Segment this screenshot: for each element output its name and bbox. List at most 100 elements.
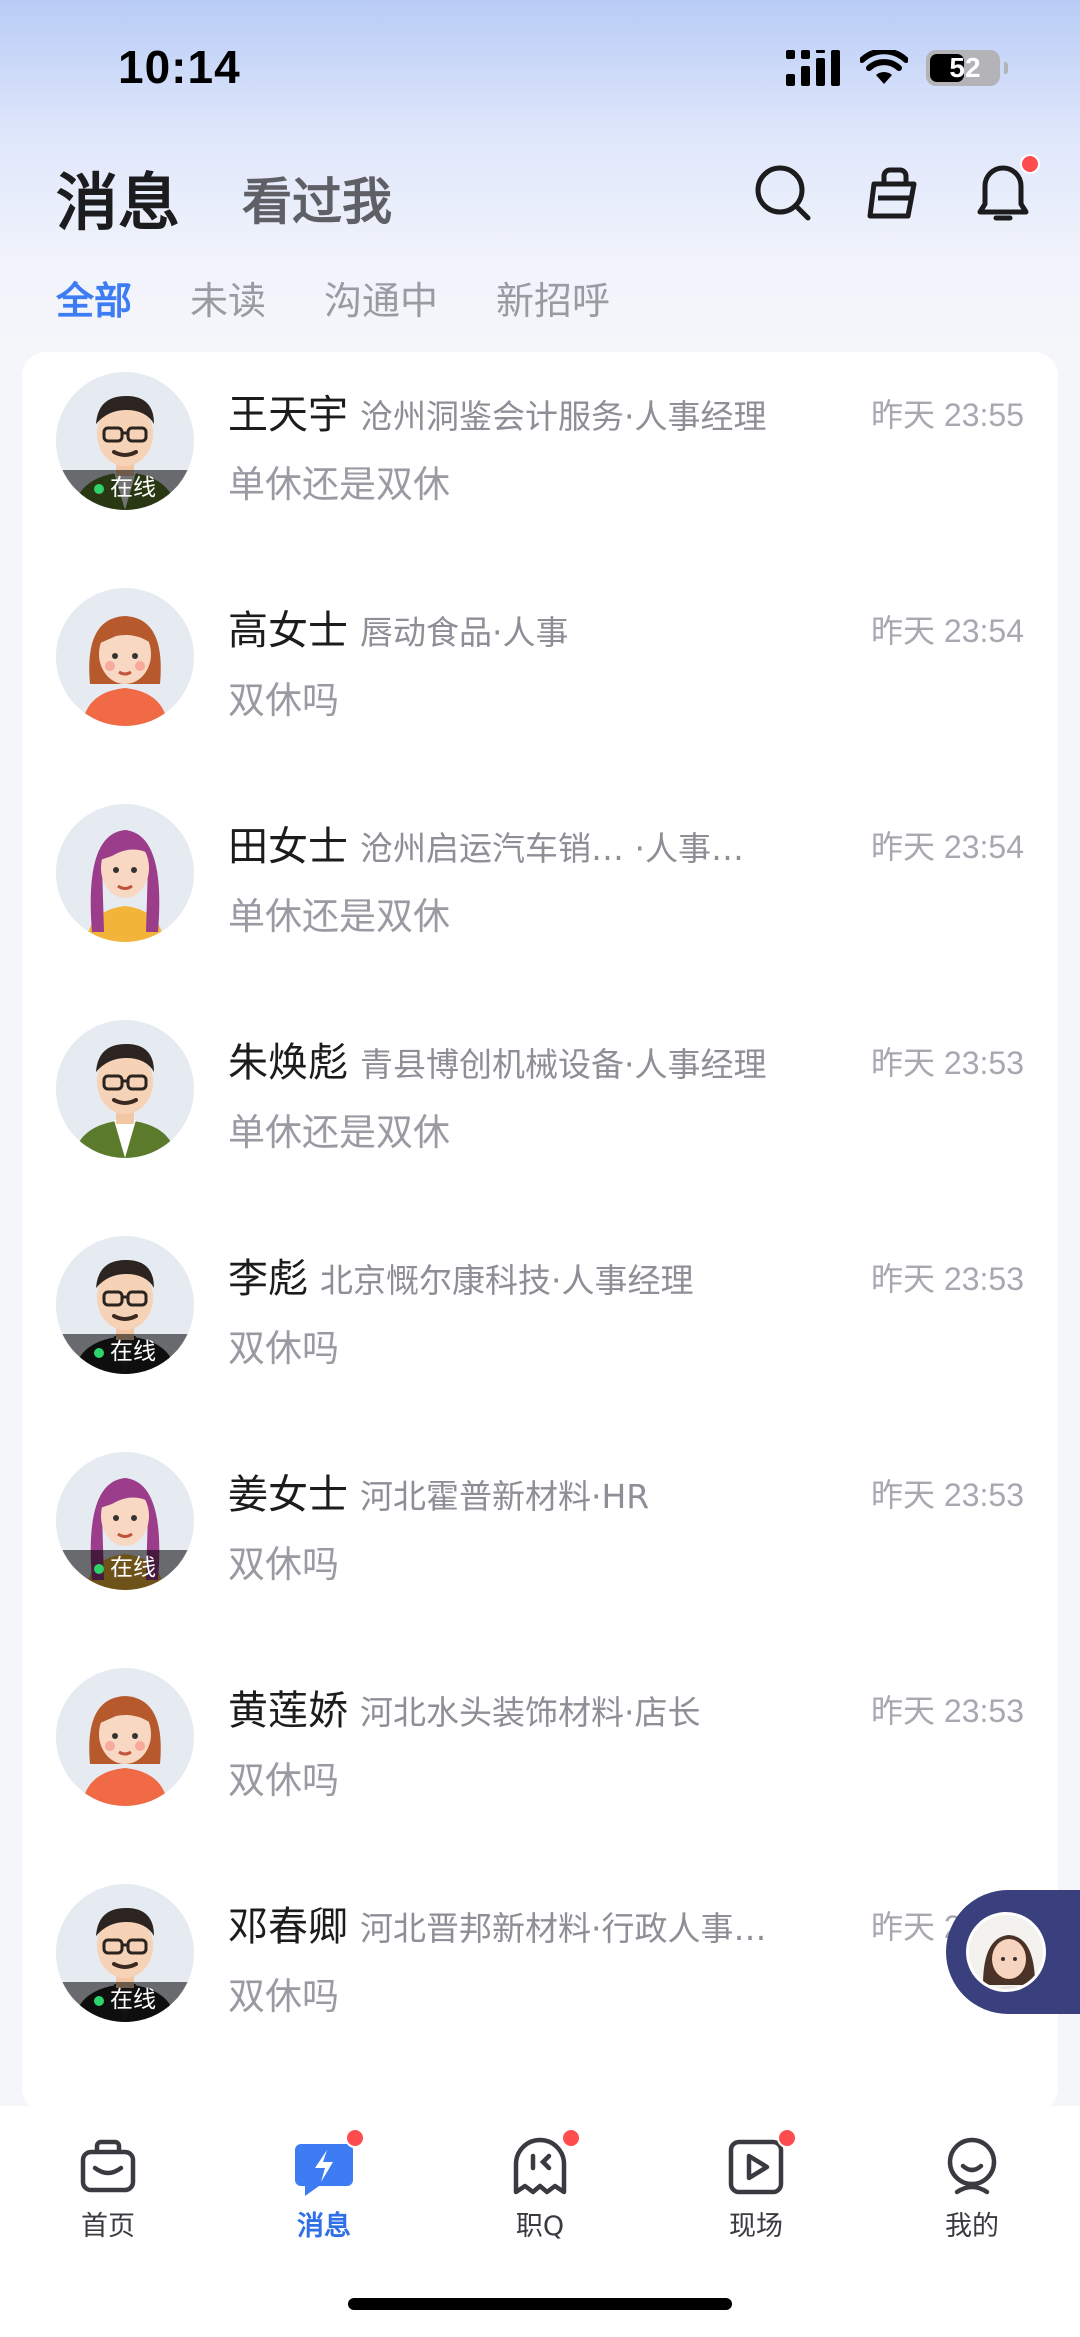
message-clock: 23:54 [935, 829, 1024, 865]
floating-assistant-button[interactable] [946, 1890, 1080, 2014]
message-time: 昨天 23:53 [871, 1254, 1024, 1300]
message-time: 昨天 23:55 [871, 390, 1024, 436]
contact-name: 姜女士 [228, 1472, 348, 1518]
message-time: 昨天 23:54 [871, 822, 1024, 868]
message-day: 昨天 [871, 1908, 936, 1946]
conversation-row[interactable]: 在线 李彪 北京慨尔康科技·人事经理 昨天 23:53 双休吗 [22, 1216, 1058, 1432]
battery-indicator: 52 [926, 50, 1000, 86]
message-time: 昨天 23:53 [871, 1470, 1024, 1516]
online-dot-icon [94, 1995, 104, 2006]
company-title: 唇动食品·人事 [360, 613, 569, 652]
conversation-row[interactable]: 在线 王天宇 沧州洞鉴会计服务·人事经理 昨天 23:55 单休还是双休 [22, 352, 1058, 568]
contact-name: 邓春卿 [228, 1904, 348, 1950]
online-label: 在线 [110, 1339, 156, 1365]
message-time: 昨天 23:54 [871, 606, 1024, 652]
signal-icon [786, 50, 840, 86]
message-clock: 23:53 [935, 1477, 1024, 1513]
contact-name: 王天宇 [228, 392, 348, 438]
messages-badge [345, 2128, 365, 2148]
last-message: 双休吗 [228, 1327, 339, 1370]
message-clock: 23:53 [935, 1045, 1024, 1081]
home-indicator [348, 2298, 732, 2310]
message-day: 昨天 [871, 1044, 936, 1082]
message-time: 昨天 23:53 [871, 1686, 1024, 1732]
avatar[interactable] [56, 1020, 194, 1158]
messages-bolt-icon [289, 2128, 365, 2202]
filter-tab-new-greeting[interactable]: 新招呼 [496, 270, 610, 325]
online-dot-icon [94, 483, 104, 494]
tab-messages[interactable]: 消息 [264, 2128, 384, 2243]
zhiq-badge [561, 2128, 581, 2148]
company-title: 河北水头装饰材料·店长 [360, 1693, 701, 1732]
online-label: 在线 [110, 475, 156, 501]
company-title: 河北晋邦新材料·行政人事… [360, 1909, 767, 1948]
filter-tab-communicating[interactable]: 沟通中 [324, 270, 438, 325]
online-dot-icon [94, 1347, 104, 1358]
live-badge [777, 2128, 797, 2148]
status-icons: 52 [786, 50, 1008, 86]
last-message: 双休吗 [228, 1759, 339, 1802]
bell-icon[interactable] [968, 154, 1040, 228]
zhiq-ghost-icon [505, 2128, 581, 2202]
conversation-row[interactable]: 在线邓春卿河北晋邦新材料·行政人事…昨天 23:53双休吗 [22, 1864, 1058, 2080]
conversation-row[interactable]: 田女士 沧州启运汽车销… ·人事… 昨天 23:54 单休还是双休 [22, 784, 1058, 1000]
message-day: 昨天 [871, 1692, 936, 1730]
tab-messages-title[interactable]: 消息 [56, 152, 180, 242]
company-title: 沧州洞鉴会计服务·人事经理 [360, 397, 767, 436]
tab-viewed-me[interactable]: 看过我 [242, 162, 392, 234]
company-title: 沧州启运汽车销… ·人事… [360, 829, 744, 868]
search-icon[interactable] [748, 158, 818, 228]
status-bar: 10:14 52 [0, 0, 1080, 140]
page-header: 消息 看过我 [0, 140, 1080, 250]
last-message: 单休还是双休 [228, 895, 450, 938]
message-day: 昨天 [871, 828, 936, 866]
contact-name: 田女士 [228, 824, 348, 870]
tab-live-label: 现场 [729, 2211, 783, 2242]
message-clock: 23:53 [935, 1693, 1024, 1729]
last-message: 双休吗 [228, 1975, 339, 2018]
tab-mine[interactable]: 我的 [912, 2132, 1032, 2243]
contact-name: 朱焕彪 [228, 1040, 348, 1086]
conversation-row[interactable]: 黄莲娇 河北水头装饰材料·店长 昨天 23:53 双休吗 [22, 1648, 1058, 1864]
conversation-row[interactable]: 在线 姜女士 河北霍普新材料·HR 昨天 23:53 双休吗 [22, 1432, 1058, 1648]
tab-live[interactable]: 现场 [696, 2128, 816, 2243]
message-time: 昨天 23:53 [871, 1038, 1024, 1084]
tab-home-label: 首页 [81, 2211, 135, 2242]
message-clock: 23:53 [935, 1261, 1024, 1297]
contact-name: 高女士 [228, 608, 348, 654]
avatar[interactable]: 在线 [56, 1884, 194, 2022]
avatar[interactable]: 在线 [56, 372, 194, 510]
company-title: 北京慨尔康科技·人事经理 [320, 1261, 694, 1300]
tab-mine-label: 我的 [945, 2211, 999, 2242]
filter-tab-all[interactable]: 全部 [56, 270, 132, 325]
online-label: 在线 [110, 1987, 156, 2013]
assistant-avatar [966, 1912, 1046, 1992]
avatar[interactable] [56, 804, 194, 942]
live-play-icon [721, 2128, 797, 2202]
company-title: 河北霍普新材料·HR [360, 1477, 650, 1516]
contact-name: 李彪 [228, 1256, 308, 1302]
conversation-row[interactable]: 高女士 唇动食品·人事 昨天 23:54 双休吗 [22, 568, 1058, 784]
filter-tab-unread[interactable]: 未读 [190, 270, 266, 325]
tab-zhiq[interactable]: 职Q [480, 2128, 600, 2243]
battery-cap [1004, 62, 1008, 74]
notification-dot [1020, 154, 1040, 174]
message-day: 昨天 [871, 1260, 936, 1298]
tab-home[interactable]: 首页 [48, 2132, 168, 2243]
conversation-row[interactable]: 朱焕彪 青县博创机械设备·人事经理 昨天 23:53 单休还是双休 [22, 1000, 1058, 1216]
tab-messages-label: 消息 [297, 2211, 351, 2242]
message-clock: 23:55 [935, 397, 1024, 433]
briefcase-icon[interactable] [858, 158, 928, 228]
home-bag-icon [73, 2132, 143, 2202]
battery-percent: 52 [949, 52, 981, 83]
avatar[interactable]: 在线 [56, 1236, 194, 1374]
avatar[interactable]: 在线 [56, 1452, 194, 1590]
last-message: 单休还是双休 [228, 463, 450, 506]
avatar[interactable] [56, 588, 194, 726]
last-message: 双休吗 [228, 679, 339, 722]
mine-profile-icon [937, 2132, 1007, 2202]
conversation-list: 在线 王天宇 沧州洞鉴会计服务·人事经理 昨天 23:55 单休还是双休 高女士 唇动食品·… [22, 352, 1058, 2112]
avatar[interactable] [56, 1668, 194, 1806]
contact-name: 黄莲娇 [228, 1688, 348, 1734]
last-message: 双休吗 [228, 1543, 339, 1586]
